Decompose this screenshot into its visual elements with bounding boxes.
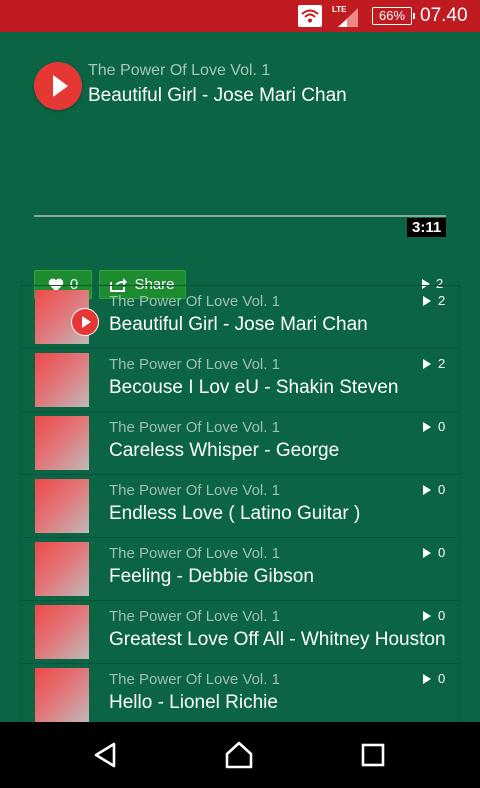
- home-icon[interactable]: [222, 740, 256, 770]
- nav-bar: [0, 722, 480, 788]
- track-album: The Power Of Love Vol. 1: [109, 293, 280, 310]
- track-play-count: 0: [423, 419, 445, 434]
- track-row[interactable]: The Power Of Love Vol. 1 Greatest Love Of…: [20, 600, 460, 663]
- network-type: LTE: [332, 5, 347, 14]
- play-count-icon: [423, 295, 431, 306]
- track-row[interactable]: The Power Of Love Vol. 1 Beautiful Girl -…: [20, 285, 460, 348]
- track-title: Beautiful Girl - Jose Mari Chan: [109, 314, 368, 335]
- track-play-count-value: 0: [438, 608, 446, 623]
- track-album: The Power Of Love Vol. 1: [109, 419, 280, 436]
- track-play-count-value: 0: [438, 545, 446, 560]
- play-button[interactable]: [34, 62, 82, 110]
- recents-icon[interactable]: [356, 740, 390, 770]
- battery-icon: 66%: [372, 7, 415, 25]
- progress-bar[interactable]: [34, 215, 446, 217]
- play-count-icon: [423, 358, 431, 369]
- now-playing-title: Beautiful Girl - Jose Mari Chan: [88, 85, 347, 106]
- track-play-count: 0: [423, 482, 445, 497]
- track-play-count-value: 0: [438, 482, 446, 497]
- now-playing-album: The Power Of Love Vol. 1: [88, 62, 271, 79]
- signal-icon: LTE: [332, 4, 360, 28]
- track-play-count-value: 0: [438, 419, 446, 434]
- track-title: Greatest Love Off All - Whitney Houston: [109, 629, 446, 650]
- track-album: The Power Of Love Vol. 1: [109, 545, 280, 562]
- track-play-count: 2: [423, 293, 445, 308]
- track-title: Careless Whisper - George: [109, 440, 340, 461]
- track-thumbnail: [35, 605, 89, 659]
- track-title: Hello - Lionel Richie: [109, 692, 278, 713]
- play-count-icon: [423, 673, 431, 684]
- track-row[interactable]: The Power Of Love Vol. 1 Feeling - Debbie…: [20, 537, 460, 600]
- wifi-icon: [298, 5, 322, 27]
- play-count-icon: [423, 421, 431, 432]
- track-row[interactable]: The Power Of Love Vol. 1 Endless Love ( L…: [20, 474, 460, 537]
- track-row[interactable]: The Power Of Love Vol. 1 Careless Whisper…: [20, 411, 460, 474]
- track-thumbnail: [35, 353, 89, 407]
- track-play-count: 2: [423, 356, 445, 371]
- track-list: The Power Of Love Vol. 1 Beautiful Girl -…: [20, 285, 460, 722]
- battery-level: 66%: [378, 8, 406, 23]
- track-row[interactable]: The Power Of Love Vol. 1 Becouse I Lov eU…: [20, 348, 460, 411]
- track-thumbnail: [35, 542, 89, 596]
- track-album: The Power Of Love Vol. 1: [109, 356, 280, 373]
- duration-label: 3:11: [407, 218, 447, 237]
- track-play-count-value: 2: [438, 356, 446, 371]
- track-title: Endless Love ( Latino Guitar ): [109, 503, 361, 524]
- play-count-icon: [423, 484, 431, 495]
- track-thumbnail: [35, 479, 89, 533]
- track-play-count-value: 0: [438, 671, 446, 686]
- track-play-count: 0: [423, 545, 445, 560]
- play-count-icon: [423, 547, 431, 558]
- track-title: Feeling - Debbie Gibson: [109, 566, 314, 587]
- track-title: Becouse I Lov eU - Shakin Steven: [109, 377, 399, 398]
- track-album: The Power Of Love Vol. 1: [109, 671, 280, 688]
- play-count-icon: [423, 610, 431, 621]
- clock: 07.40: [420, 5, 468, 26]
- track-thumbnail: [35, 668, 89, 722]
- track-play-count: 0: [423, 671, 445, 686]
- back-icon[interactable]: [88, 740, 122, 770]
- track-play-count-value: 2: [438, 293, 446, 308]
- status-bar: LTE 66% 07.40: [0, 0, 480, 32]
- track-album: The Power Of Love Vol. 1: [109, 482, 280, 499]
- track-play-icon[interactable]: [71, 308, 99, 336]
- track-play-count: 0: [423, 608, 445, 623]
- track-thumbnail: [35, 416, 89, 470]
- track-album: The Power Of Love Vol. 1: [109, 608, 280, 625]
- track-row[interactable]: The Power Of Love Vol. 1 Hello - Lionel R…: [20, 663, 460, 722]
